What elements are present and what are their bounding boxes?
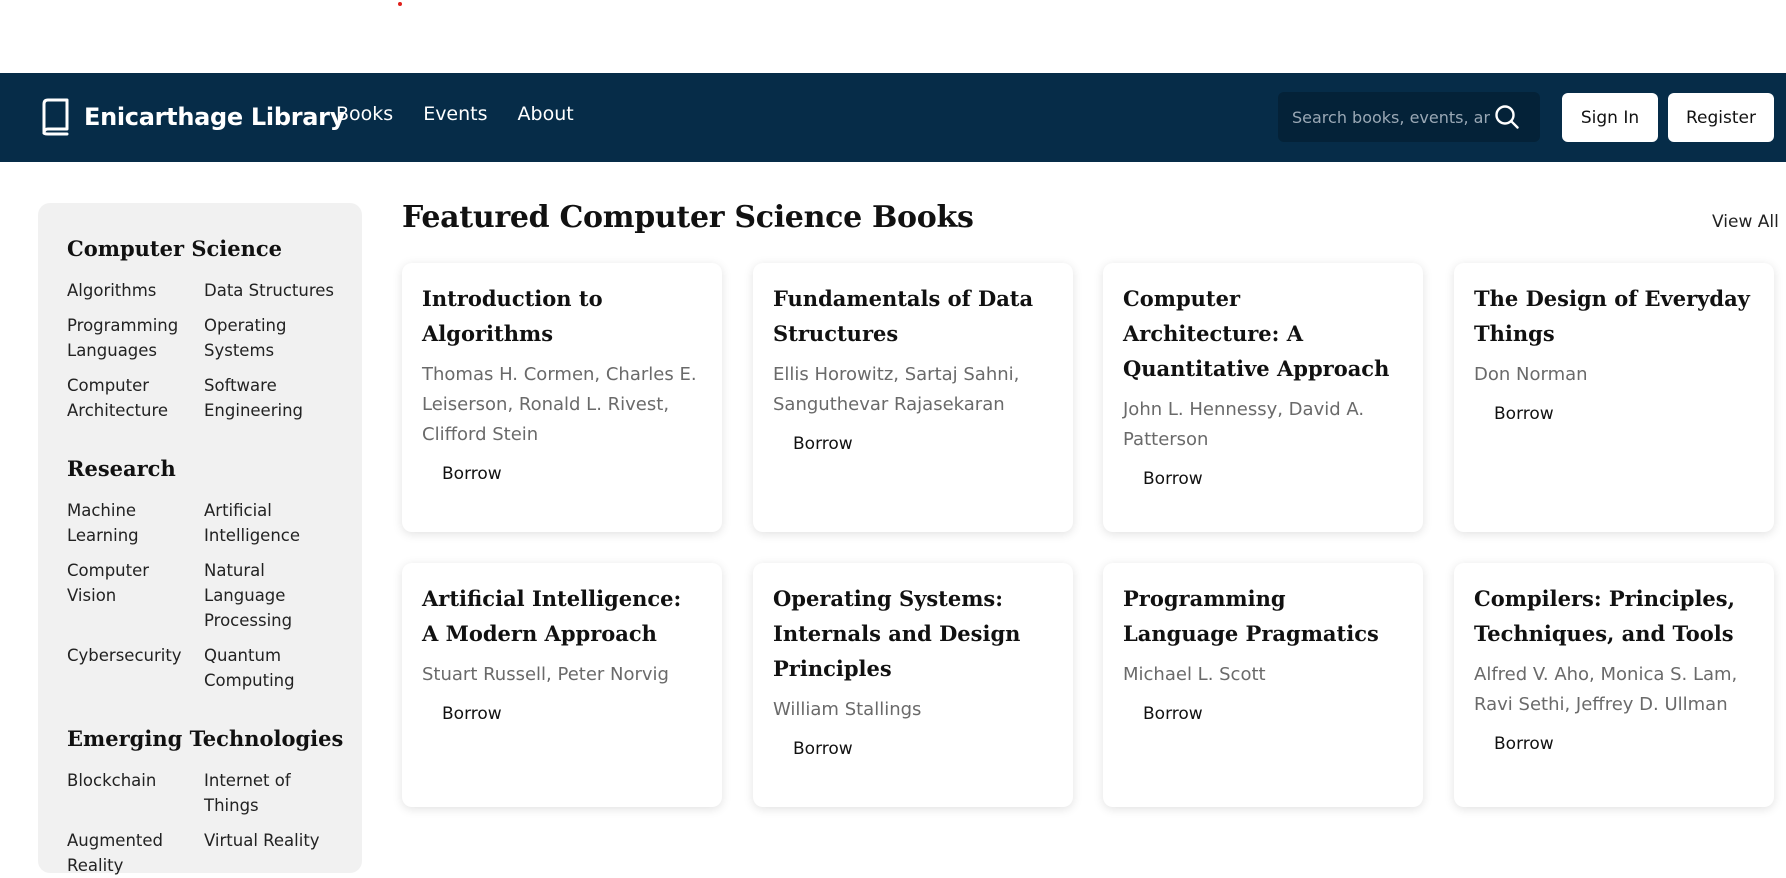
book-authors: Don Norman	[1474, 364, 1588, 385]
book-title[interactable]: Fundamentals of Data Structures	[773, 281, 1053, 351]
book-title[interactable]: Introduction to Algorithms	[422, 281, 702, 351]
search-input[interactable]	[1292, 105, 1490, 129]
page-title: Featured Computer Science Books	[402, 200, 974, 235]
book-card: Operating Systems: Internals and Design …	[753, 563, 1073, 807]
book-title[interactable]: The Design of Everyday Things	[1474, 281, 1754, 351]
borrow-button[interactable]: Borrow	[442, 704, 502, 724]
book-card: Fundamentals of Data Structures Ellis Ho…	[753, 263, 1073, 532]
book-card: Programming Language Pragmatics Michael …	[1103, 563, 1423, 807]
category-sidebar: Computer Science Algorithms Data Structu…	[38, 203, 362, 875]
book-title[interactable]: Operating Systems: Internals and Design …	[773, 581, 1053, 686]
category-virtual-reality[interactable]: Virtual Reality	[204, 828, 334, 853]
view-all-link[interactable]: View All	[1712, 212, 1779, 232]
search-icon[interactable]	[1494, 104, 1520, 130]
register-button[interactable]: Register	[1668, 93, 1774, 142]
nav-books[interactable]: Books	[336, 103, 393, 125]
red-dot-marker	[398, 2, 402, 6]
book-title[interactable]: Programming Language Pragmatics	[1123, 581, 1403, 651]
main-nav: Books Events About	[336, 103, 574, 125]
category-computer-vision[interactable]: Computer Vision	[67, 558, 197, 608]
category-machine-learning[interactable]: Machine Learning	[67, 498, 197, 548]
category-software-engineering[interactable]: Software Engineering	[204, 373, 334, 423]
search-box	[1278, 92, 1540, 142]
book-authors: William Stallings	[773, 699, 922, 720]
category-quantum-computing[interactable]: Quantum Computing	[204, 643, 334, 693]
borrow-button[interactable]: Borrow	[793, 434, 853, 454]
borrow-button[interactable]: Borrow	[1494, 404, 1554, 424]
book-card: The Design of Everyday Things Don Norman…	[1454, 263, 1774, 532]
book-authors: John L. Hennessy, David A. Patterson	[1123, 399, 1365, 450]
sign-in-button[interactable]: Sign In	[1562, 93, 1658, 142]
category-computer-architecture[interactable]: Computer Architecture	[67, 373, 197, 423]
borrow-button[interactable]: Borrow	[793, 739, 853, 759]
section-title-research: Research	[67, 456, 176, 481]
category-cybersecurity[interactable]: Cybersecurity	[67, 643, 197, 668]
book-card: Compilers: Principles, Techniques, and T…	[1454, 563, 1774, 807]
book-card: Artificial Intelligence: A Modern Approa…	[402, 563, 722, 807]
book-title[interactable]: Computer Architecture: A Quantitative Ap…	[1123, 281, 1403, 386]
borrow-button[interactable]: Borrow	[442, 464, 502, 484]
nav-about[interactable]: About	[518, 103, 574, 125]
category-natural-language-processing[interactable]: Natural Language Processing	[204, 558, 334, 633]
book-card: Introduction to Algorithms Thomas H. Cor…	[402, 263, 722, 532]
book-authors: Thomas H. Cormen, Charles E. Leiserson, …	[422, 364, 697, 445]
borrow-button[interactable]: Borrow	[1143, 704, 1203, 724]
category-augmented-reality[interactable]: Augmented Reality	[67, 828, 197, 878]
book-authors: Alfred V. Aho, Monica S. Lam, Ravi Sethi…	[1474, 664, 1738, 715]
category-internet-of-things[interactable]: Internet of Things	[204, 768, 334, 818]
book-card: Computer Architecture: A Quantitative Ap…	[1103, 263, 1423, 532]
category-artificial-intelligence[interactable]: Artificial Intelligence	[204, 498, 334, 548]
top-navbar: Enicarthage Library Books Events About S…	[0, 73, 1786, 162]
section-title-computer-science: Computer Science	[67, 236, 283, 261]
book-title[interactable]: Artificial Intelligence: A Modern Approa…	[422, 581, 702, 651]
category-programming-languages[interactable]: Programming Languages	[67, 313, 197, 363]
book-authors: Michael L. Scott	[1123, 664, 1266, 685]
borrow-button[interactable]: Borrow	[1494, 734, 1554, 754]
borrow-button[interactable]: Borrow	[1143, 469, 1203, 489]
category-algorithms[interactable]: Algorithms	[67, 278, 197, 303]
book-authors: Stuart Russell, Peter Norvig	[422, 664, 669, 685]
book-authors: Ellis Horowitz, Sartaj Sahni, Sangutheva…	[773, 364, 1020, 415]
nav-events[interactable]: Events	[423, 103, 487, 125]
book-icon	[42, 98, 69, 136]
brand-logo[interactable]: Enicarthage Library	[40, 97, 345, 137]
brand-name: Enicarthage Library	[84, 103, 346, 131]
category-data-structures[interactable]: Data Structures	[204, 278, 334, 303]
section-title-emerging-technologies: Emerging Technologies	[67, 726, 344, 751]
category-operating-systems[interactable]: Operating Systems	[204, 313, 334, 363]
category-blockchain[interactable]: Blockchain	[67, 768, 197, 793]
book-title[interactable]: Compilers: Principles, Techniques, and T…	[1474, 581, 1754, 651]
